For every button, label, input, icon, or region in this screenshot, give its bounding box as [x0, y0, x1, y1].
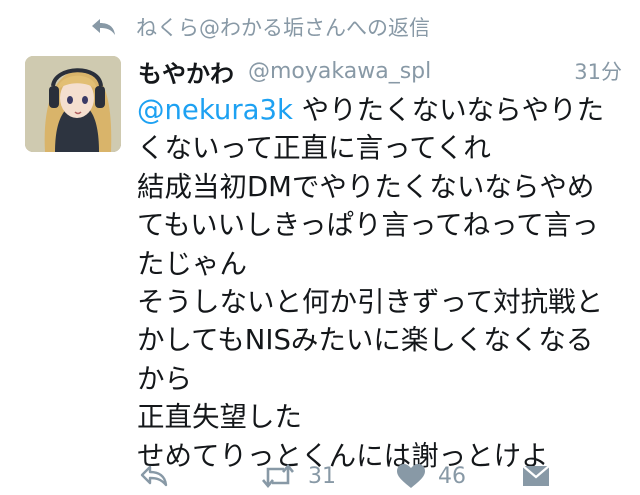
envelope-icon: [522, 465, 550, 486]
reply-icon: [140, 465, 168, 487]
direct-message-button[interactable]: [521, 463, 551, 489]
tweet-line: から: [137, 362, 192, 395]
like-button[interactable]: 46: [396, 463, 466, 489]
reply-context[interactable]: ねくら@わかる垢さんへの返信: [90, 10, 430, 44]
tweet-line: かしてもNISみたいに楽しくなくなる: [137, 324, 594, 357]
reply-button[interactable]: [139, 463, 169, 489]
tweet-header: もやかわ @moyakawa_spl 31分: [138, 54, 622, 88]
retweet-count: 31: [308, 463, 336, 489]
timestamp[interactable]: 31分: [574, 56, 622, 86]
tweet-line: てもいいしきっぱり言ってねって言っ: [137, 209, 599, 242]
reply-arrow-icon: [90, 16, 118, 38]
tweet-text: @nekura3k やりたくないならやりた くないって正直に言ってくれ 結成当初…: [137, 91, 617, 475]
mention-link[interactable]: @nekura3k: [137, 94, 293, 126]
avatar[interactable]: [25, 56, 121, 152]
retweet-icon: [262, 463, 294, 489]
tweet-actions: 31 46: [137, 461, 610, 495]
reply-context-text[interactable]: ねくら@わかる垢さんへの返信: [136, 12, 430, 42]
display-name[interactable]: もやかわ: [138, 54, 234, 89]
user-handle[interactable]: @moyakawa_spl: [248, 59, 431, 84]
tweet-line: 結成当初DMでやりたくないならやめ: [137, 170, 595, 203]
heart-icon: [397, 464, 425, 488]
tweet-line: くないって正直に言ってくれ: [137, 132, 491, 165]
tweet-line-text: やりたくないならやりた: [292, 94, 605, 126]
like-count: 46: [438, 463, 466, 489]
tweet-line: たじゃん: [137, 247, 247, 280]
anime-character-avatar-icon: [25, 56, 121, 152]
tweet-line: そうしないと何か引きずって対抗戦と: [137, 286, 604, 319]
tweet-line: @nekura3k やりたくないならやりた: [137, 91, 617, 129]
tweet-line: 正直失望した: [137, 401, 302, 434]
retweet-button[interactable]: 31: [260, 463, 336, 489]
